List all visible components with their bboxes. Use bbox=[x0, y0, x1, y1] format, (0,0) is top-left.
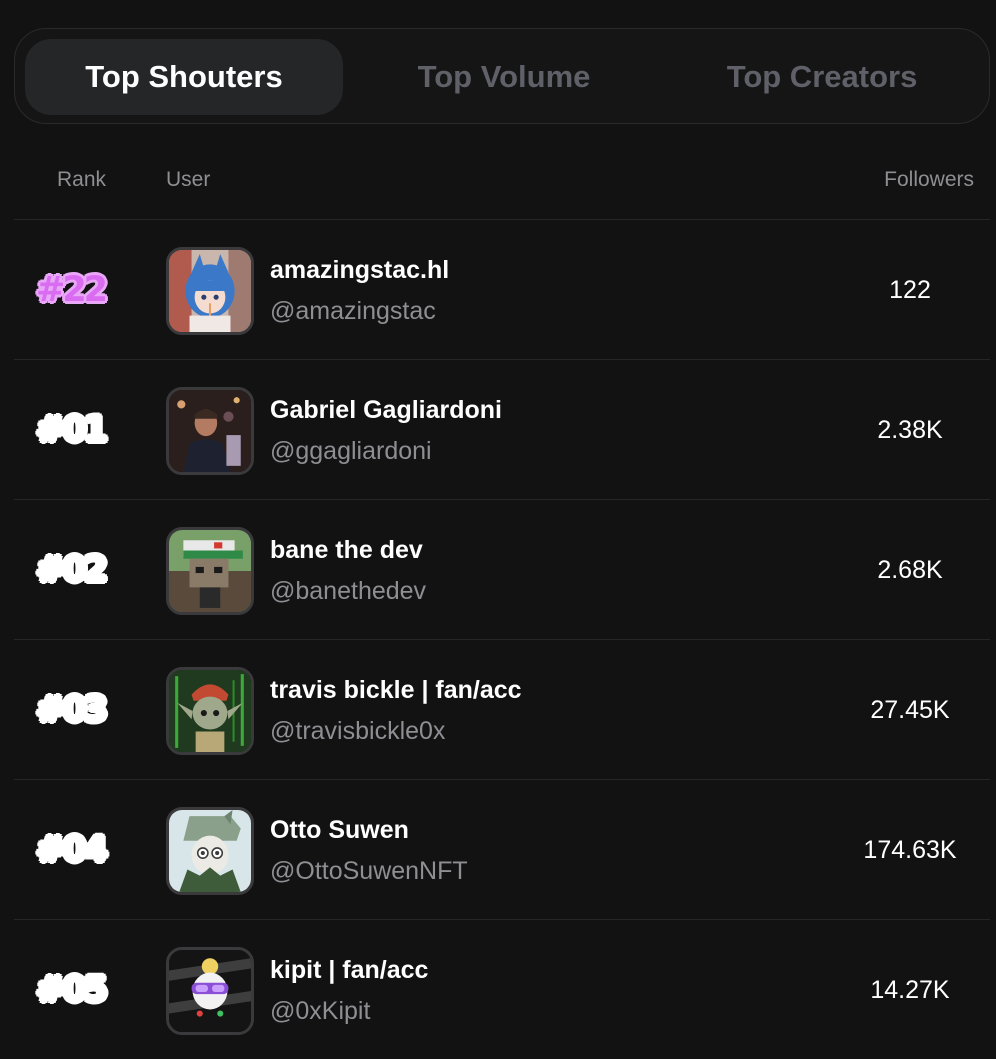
anime-girl-avatar-image bbox=[169, 250, 251, 332]
follower-count: 174.63K bbox=[863, 836, 957, 864]
table-header: Rank User Followers bbox=[0, 160, 996, 200]
table-row[interactable]: #02 bane the dev @banethedev 2.68K bbox=[14, 499, 990, 639]
follower-count: 14.27K bbox=[870, 976, 950, 1004]
goggles-avatar[interactable] bbox=[166, 947, 254, 1035]
pixel-cap-avatar-image bbox=[169, 530, 251, 612]
hooded-avatar[interactable] bbox=[166, 807, 254, 895]
user-handle: @amazingstac bbox=[270, 297, 436, 325]
user-handle: @banethedev bbox=[270, 577, 427, 605]
elf-avatar-image bbox=[169, 670, 251, 752]
user-name: travis bickle | fan/acc bbox=[270, 676, 522, 704]
table-row[interactable]: #03 travis bickle | fan/acc @travisbickl… bbox=[14, 639, 990, 779]
table-row[interactable]: #01 Gabriel Gagliardoni @ggagliardoni 2.… bbox=[14, 359, 990, 499]
table-row[interactable]: #22 amazingstac.hl @amazingstac 122 bbox=[14, 219, 990, 359]
rank-badge: #03 bbox=[34, 689, 109, 732]
column-header-rank: Rank bbox=[57, 168, 107, 191]
photo-avatar-image bbox=[169, 390, 251, 472]
leaderboard-list: #22 amazingstac.hl @amazingstac 122 #01 bbox=[14, 219, 990, 1059]
table-row[interactable]: #05 kipit | fan/acc @0xKipit 14.27K bbox=[14, 919, 990, 1059]
hooded-avatar-image bbox=[169, 810, 251, 892]
goggles-avatar-image bbox=[169, 950, 251, 1032]
column-header-followers: Followers bbox=[884, 168, 974, 191]
follower-count: 2.38K bbox=[877, 416, 943, 444]
tab-top-shouters[interactable]: Top Shouters bbox=[25, 39, 343, 115]
rank-badge: #05 bbox=[34, 969, 109, 1012]
photo-avatar[interactable] bbox=[166, 387, 254, 475]
leaderboard-tabs: Top Shouters Top Volume Top Creators bbox=[14, 28, 990, 124]
tab-top-volume[interactable]: Top Volume bbox=[345, 39, 663, 115]
rank-badge: #02 bbox=[34, 549, 109, 592]
rank-badge: #01 bbox=[34, 409, 109, 452]
follower-count: 2.68K bbox=[877, 556, 943, 584]
user-handle: @travisbickle0x bbox=[270, 717, 446, 745]
table-row[interactable]: #04 Otto Suwen @OttoSuwenNFT 174.63K bbox=[14, 779, 990, 919]
follower-count: 122 bbox=[889, 276, 931, 304]
tab-top-creators[interactable]: Top Creators bbox=[663, 39, 981, 115]
user-handle: @ggagliardoni bbox=[270, 437, 432, 465]
elf-avatar[interactable] bbox=[166, 667, 254, 755]
column-header-user: User bbox=[166, 168, 211, 191]
pixel-cap-avatar[interactable] bbox=[166, 527, 254, 615]
follower-count: 27.45K bbox=[870, 696, 950, 724]
user-handle: @0xKipit bbox=[270, 997, 371, 1025]
user-name: kipit | fan/acc bbox=[270, 956, 429, 984]
user-handle: @OttoSuwenNFT bbox=[270, 857, 468, 885]
anime-girl-avatar[interactable] bbox=[166, 247, 254, 335]
user-name: bane the dev bbox=[270, 536, 423, 564]
user-name: Gabriel Gagliardoni bbox=[270, 396, 502, 424]
user-name: amazingstac.hl bbox=[270, 256, 450, 284]
user-name: Otto Suwen bbox=[270, 816, 409, 844]
rank-badge: #04 bbox=[34, 829, 109, 872]
rank-badge: #22 bbox=[34, 269, 109, 312]
